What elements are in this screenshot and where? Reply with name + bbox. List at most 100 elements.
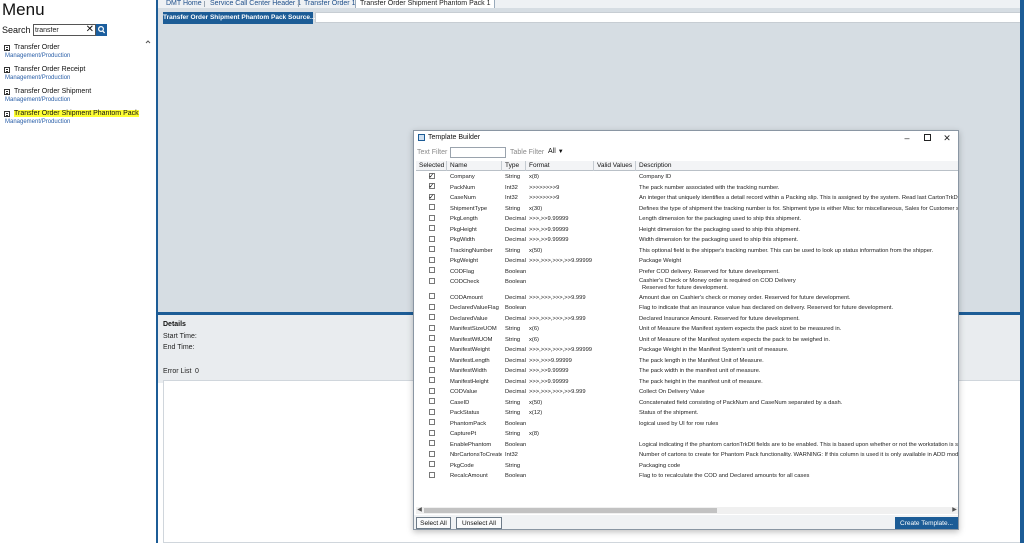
table-row[interactable]: NbrCartonsToCreate Int32 Number of cartons… bbox=[416, 450, 958, 461]
format-cell bbox=[526, 277, 594, 288]
table-row[interactable]: PkgWidth Decimal >>>,>>9.99999 Width dimens… bbox=[416, 235, 958, 246]
row-checkbox[interactable] bbox=[428, 225, 435, 232]
search-button[interactable] bbox=[96, 24, 107, 36]
table-row[interactable]: PkgCode String Packaging code bbox=[416, 461, 958, 472]
row-checkbox[interactable] bbox=[428, 256, 435, 263]
valid-values-cell bbox=[594, 345, 636, 356]
table-row[interactable]: ManifestLength Decimal >>>,>>>9.99999 The p… bbox=[416, 356, 958, 367]
table-row[interactable]: PkgHeight Decimal >>>,>>9.99999 Height dime… bbox=[416, 225, 958, 236]
column-header-description[interactable]: Description bbox=[636, 161, 958, 171]
row-checkbox[interactable] bbox=[428, 366, 435, 373]
row-checkbox[interactable] bbox=[428, 461, 435, 468]
row-checkbox[interactable] bbox=[428, 345, 435, 352]
column-header-valid-values[interactable]: Valid Values bbox=[594, 161, 636, 171]
close-button[interactable]: ✕ bbox=[937, 132, 957, 144]
description-cell: This optional field is the shipper's tra… bbox=[636, 246, 958, 257]
row-checkbox[interactable] bbox=[428, 419, 435, 426]
scrollbar-thumb[interactable] bbox=[424, 508, 717, 513]
valid-values-cell bbox=[594, 461, 636, 472]
chevron-right-icon[interactable]: ▶ bbox=[951, 507, 958, 514]
column-header-format[interactable]: Format bbox=[526, 161, 594, 171]
tab-service-call-center-header[interactable]: Service Call Center Header 1 bbox=[210, 0, 301, 8]
row-checkbox[interactable] bbox=[428, 429, 435, 436]
name-cell: DeclaredValue bbox=[450, 315, 488, 322]
row-checkbox[interactable] bbox=[428, 293, 435, 300]
select-all-button[interactable]: Select All bbox=[416, 517, 451, 529]
dialog-titlebar[interactable]: Template Builder – ✕ bbox=[414, 131, 958, 145]
row-checkbox[interactable] bbox=[428, 246, 435, 253]
table-row[interactable]: CaseID String x(50) Concatenated field cons… bbox=[416, 398, 958, 409]
tab-dmt-home[interactable]: DMT Home bbox=[166, 0, 202, 8]
row-checkbox[interactable] bbox=[428, 214, 435, 221]
table-row[interactable]: PkgLength Decimal >>>,>>9.99999 Length dime… bbox=[416, 214, 958, 225]
table-row[interactable]: PackNum Int32 >>>>>>>>9 The pack number ass… bbox=[416, 183, 958, 194]
close-icon[interactable]: ✕ bbox=[86, 24, 94, 36]
table-row[interactable]: EnablePhantom Boolean Logical indicating i… bbox=[416, 440, 958, 451]
table-row[interactable]: CODValue Decimal >>>,>>>,>>>,>>9.999 Collec… bbox=[416, 387, 958, 398]
column-header-name[interactable]: Name bbox=[447, 161, 502, 171]
row-checkbox[interactable] bbox=[428, 356, 435, 363]
name-cell: PkgCode bbox=[450, 462, 474, 469]
table-row[interactable]: ManifestHeight Decimal >>>,>>9.99999 The pa… bbox=[416, 377, 958, 388]
table-row[interactable]: CODFlag Boolean Prefer COD delivery. Reser… bbox=[416, 267, 958, 278]
table-row[interactable]: Company String x(8) Company ID bbox=[416, 172, 958, 183]
row-checkbox[interactable] bbox=[428, 408, 435, 415]
chevron-left-icon[interactable]: ◀ bbox=[416, 507, 423, 514]
row-checkbox[interactable] bbox=[428, 172, 435, 181]
row-checkbox[interactable] bbox=[428, 377, 435, 384]
row-checkbox[interactable] bbox=[428, 277, 435, 284]
table-row[interactable]: CODCheck Boolean Cashier's Check or Money … bbox=[416, 277, 958, 293]
row-checkbox[interactable] bbox=[428, 204, 435, 211]
tab-transfer-order-shipment-phantom-pack[interactable]: Transfer Order Shipment Phantom Pack 1 bbox=[355, 0, 496, 8]
create-template-button[interactable]: Create Template... bbox=[895, 517, 958, 529]
table-row[interactable]: CaseNum Int32 >>>>>>>>9 An integer that uni… bbox=[416, 193, 958, 204]
unselect-all-button[interactable]: Unselect All bbox=[456, 517, 502, 529]
table-row[interactable]: RecalcAmount Boolean Flag to to recalculat… bbox=[416, 471, 958, 482]
row-checkbox[interactable] bbox=[428, 398, 435, 405]
table-row[interactable]: ManifestWeight Decimal >>>,>>>,>>>,>>9.999… bbox=[416, 345, 958, 356]
table-row[interactable]: ShipmentType String x(30) Defines the type … bbox=[416, 204, 958, 215]
row-checkbox[interactable] bbox=[428, 450, 435, 457]
table-row[interactable]: ManifestWidth Decimal >>>,>>9.99999 The pac… bbox=[416, 366, 958, 377]
menu-item-transfer-order-shipment[interactable]: Transfer Order Shipment Management/Produ… bbox=[4, 88, 154, 108]
table-row[interactable]: PackStatus String x(12) Status of the shipm… bbox=[416, 408, 958, 419]
table-row[interactable]: PhantomPack Boolean logical used by UI for… bbox=[416, 419, 958, 430]
maximize-button[interactable] bbox=[917, 132, 937, 144]
row-checkbox[interactable] bbox=[428, 183, 435, 192]
row-checkbox[interactable] bbox=[428, 267, 435, 274]
tab-transfer-order[interactable]: Transfer Order 1 bbox=[304, 0, 355, 8]
table-row[interactable]: CODAmount Decimal >>>,>>>,>>>,>>9.999 Amoun… bbox=[416, 293, 958, 304]
source-field[interactable] bbox=[315, 12, 1024, 23]
column-header-selected[interactable]: Selected bbox=[416, 161, 447, 171]
name-cell: CODCheck bbox=[450, 279, 480, 285]
search-input[interactable] bbox=[35, 25, 83, 35]
row-checkbox[interactable] bbox=[428, 324, 435, 331]
table-row[interactable]: ManifestSizeUOM String x(6) Unit of Measure… bbox=[416, 324, 958, 335]
table-row[interactable]: CapturePt String x(8) bbox=[416, 429, 958, 440]
row-checkbox[interactable] bbox=[428, 471, 435, 478]
menu-item-transfer-order-shipment-phantom-pack[interactable]: Transfer Order Shipment Phantom Pack Man… bbox=[4, 110, 154, 130]
menu-title: Menu bbox=[2, 0, 45, 19]
table-row[interactable]: DeclaredValueFlag Boolean Flag to indicate… bbox=[416, 303, 958, 314]
table-row[interactable]: PkgWeight Decimal >>>,>>>,>>>,>>9.99999 Pac… bbox=[416, 256, 958, 267]
row-checkbox[interactable] bbox=[428, 303, 435, 310]
row-checkbox[interactable] bbox=[428, 235, 435, 242]
description-cell: Amount due on Cashier's check or money o… bbox=[636, 293, 958, 304]
text-filter-input[interactable] bbox=[450, 147, 506, 158]
row-checkbox[interactable] bbox=[428, 193, 435, 202]
row-checkbox[interactable] bbox=[428, 314, 435, 321]
source-button[interactable]: Transfer Order Shipment Phantom Pack Sou… bbox=[163, 12, 315, 24]
horizontal-scrollbar[interactable]: ◀ ▶ bbox=[416, 507, 958, 514]
menu-item-transfer-order[interactable]: Transfer Order Management/Production bbox=[4, 44, 154, 64]
minimize-button[interactable]: – bbox=[897, 132, 917, 144]
column-header-type[interactable]: Type bbox=[502, 161, 526, 171]
description-cell: Package Weight bbox=[636, 256, 958, 267]
table-row[interactable]: DeclaredValue Decimal >>>,>>>,>>>,>>9.999 D… bbox=[416, 314, 958, 325]
table-filter-select[interactable]: All ▼ bbox=[548, 148, 564, 155]
row-checkbox[interactable] bbox=[428, 387, 435, 394]
row-checkbox[interactable] bbox=[428, 440, 435, 447]
table-row[interactable]: ManifestWtUOM String x(6) Unit of Measure o… bbox=[416, 335, 958, 346]
table-row[interactable]: TrackingNumber String x(50) This optional f… bbox=[416, 246, 958, 257]
row-checkbox[interactable] bbox=[428, 335, 435, 342]
menu-item-transfer-order-receipt[interactable]: Transfer Order Receipt Management/Produc… bbox=[4, 66, 154, 86]
